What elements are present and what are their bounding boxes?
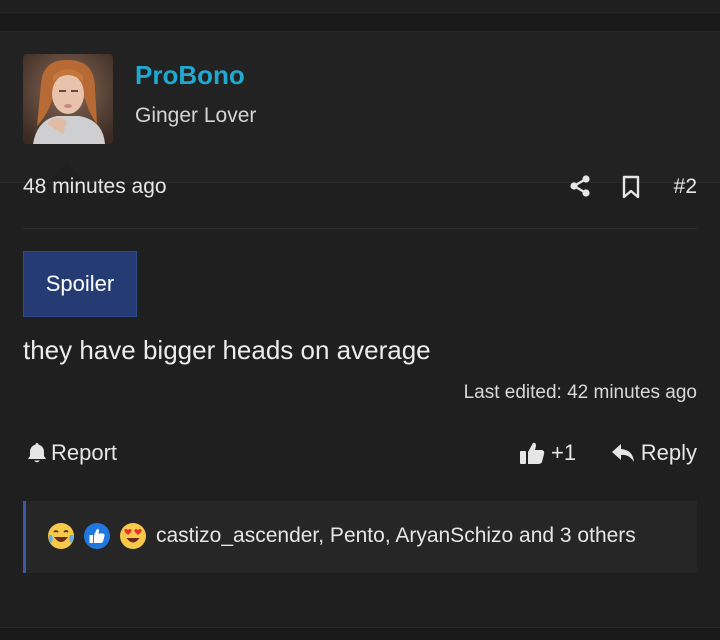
- author-panel: ProBono Ginger Lover: [0, 32, 720, 183]
- reply-label: Reply: [640, 440, 697, 465]
- reaction-icons: [46, 521, 154, 556]
- next-post-edge: [0, 627, 720, 640]
- bell-icon: [28, 443, 46, 463]
- post-number-link[interactable]: #2: [674, 175, 697, 199]
- reply-button[interactable]: Reply: [611, 440, 697, 466]
- post-body-text: they have bigger heads on average: [23, 335, 431, 365]
- post-meta-row: 48 minutes ago #2: [23, 172, 697, 202]
- post-actions: Report +1 Reply: [23, 440, 697, 470]
- spoiler-button[interactable]: Spoiler: [23, 251, 137, 317]
- report-button[interactable]: Report: [27, 440, 117, 466]
- meta-divider: [23, 228, 697, 229]
- like-count: +1: [551, 440, 577, 465]
- avatar[interactable]: [23, 54, 113, 144]
- reply-arrow-icon: [611, 444, 634, 462]
- last-edited-text: Last edited: 42 minutes ago: [463, 382, 697, 403]
- reactions-bar[interactable]: castizo_ascender, Pento, AryanSchizo and…: [23, 501, 697, 573]
- report-label: Report: [51, 440, 118, 465]
- crying-laugh-emoji-icon: [46, 521, 76, 556]
- thumbs-up-icon: [520, 442, 545, 464]
- bookmark-icon[interactable]: [620, 175, 642, 199]
- like-emoji-icon: [82, 521, 112, 556]
- user-title: Ginger Lover: [135, 104, 257, 127]
- previous-post-edge: [0, 0, 720, 13]
- heart-eyes-emoji-icon: [118, 521, 148, 556]
- share-icon[interactable]: [569, 175, 591, 197]
- post-timestamp[interactable]: 48 minutes ago: [23, 175, 167, 199]
- reactors-list[interactable]: castizo_ascender, Pento, AryanSchizo and…: [156, 524, 636, 548]
- like-button[interactable]: +1: [519, 440, 576, 466]
- username-link[interactable]: ProBono: [135, 60, 245, 91]
